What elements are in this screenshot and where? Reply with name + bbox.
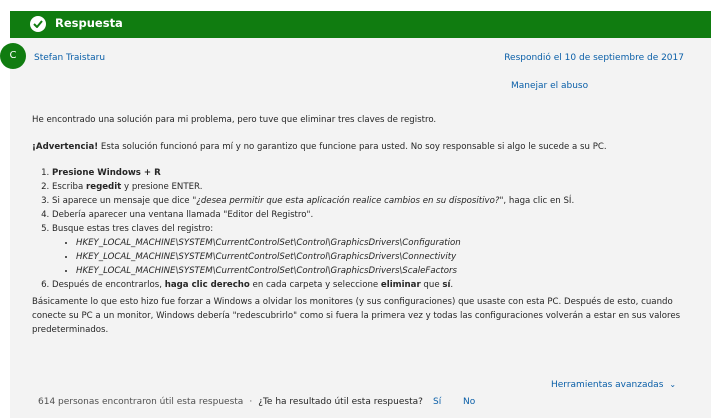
warning-text: Esta solución funcionó para mí y no gara… (98, 142, 607, 152)
step-6-mid-2: que (420, 280, 443, 290)
manage-abuse-link[interactable]: Manejar el abuso (511, 81, 588, 91)
checkmark-icon (30, 16, 46, 32)
step-6-pre: Después de encontrarlos, (52, 280, 165, 290)
paragraph-summary: Básicamente lo que esto hizo fue forzar … (32, 297, 681, 335)
registry-keys-list: HKEY_LOCAL_MACHINE\SYSTEM\CurrentControl… (52, 236, 702, 278)
step-3-post: ", haga clic en SÍ. (499, 196, 575, 206)
helpful-no-button[interactable]: No (463, 397, 475, 407)
registry-key: HKEY_LOCAL_MACHINE\SYSTEM\CurrentControl… (76, 236, 702, 250)
replied-date: Respondió el 10 de septiembre de 2017 (504, 53, 684, 63)
list-item: Busque estas tres claves del registro: H… (52, 222, 702, 278)
step-1-text: Presione Windows + R (52, 168, 161, 178)
paragraph-warning: ¡Advertencia! Esta solución funcionó par… (32, 140, 702, 154)
separator: · (249, 397, 253, 407)
step-2-post: y presione ENTER. (121, 182, 203, 192)
helpful-yes-button[interactable]: Sí (433, 397, 441, 407)
steps-list: Presione Windows + R Escriba regedit y p… (32, 166, 702, 292)
list-item: Debería aparecer una ventana llamada "Ed… (52, 208, 702, 222)
list-item: Presione Windows + R (52, 166, 702, 180)
registry-key: HKEY_LOCAL_MACHINE\SYSTEM\CurrentControl… (76, 264, 702, 278)
header-title: Respuesta (55, 16, 123, 30)
step-6-bold-1: haga clic derecho (164, 280, 250, 290)
warning-label: ¡Advertencia! (32, 142, 99, 152)
paragraph-intro: He encontrado una solución para mi probl… (32, 115, 437, 125)
step-5-text: Busque estas tres claves del registro: (52, 224, 214, 234)
list-item: Después de encontrarlos, haga clic derec… (52, 278, 702, 292)
step-6-mid: en cada carpeta y seleccione (249, 280, 381, 290)
author-name[interactable]: Stefan Traistaru (34, 53, 105, 63)
step-2-pre: Escriba (52, 182, 87, 192)
step-4-text: Debería aparecer una ventana llamada "Ed… (52, 210, 314, 220)
list-item: Escriba regedit y presione ENTER. (52, 180, 702, 194)
step-6-bold-2: eliminar (380, 280, 421, 290)
step-3-italic: ¿desea permitir que esta aplicación real… (196, 196, 500, 206)
registry-key: HKEY_LOCAL_MACHINE\SYSTEM\CurrentControl… (76, 250, 702, 264)
answer-header: Respuesta (10, 11, 711, 38)
advanced-tools-label: Herramientas avanzadas (551, 380, 664, 390)
avatar[interactable]: C (0, 43, 26, 69)
step-6-post: . (450, 280, 454, 290)
list-item: Si aparece un mensaje que dice "¿desea p… (52, 194, 702, 208)
advanced-tools-button[interactable]: Herramientas avanzadas ⌄ (551, 380, 676, 390)
helpful-count: 614 personas encontraron útil esta respu… (38, 397, 244, 407)
step-2-bold: regedit (86, 182, 122, 192)
step-3-pre: Si aparece un mensaje que dice " (52, 196, 197, 206)
helpful-footer: 614 personas encontraron útil esta respu… (38, 397, 423, 407)
chevron-down-icon: ⌄ (669, 380, 677, 389)
helpful-question: ¿Te ha resultado útil esta respuesta? (258, 397, 423, 407)
